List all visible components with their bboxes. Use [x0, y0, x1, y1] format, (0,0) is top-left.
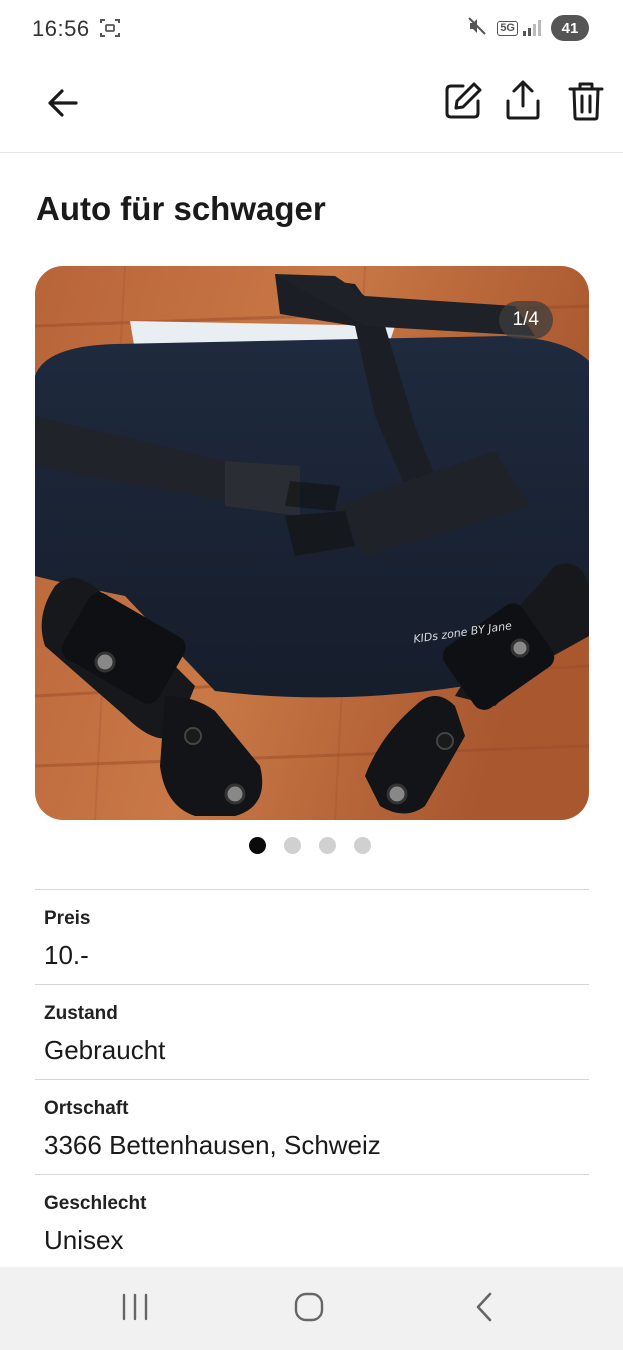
- detail-value: 3366 Bettenhausen, Schweiz: [44, 1130, 381, 1160]
- detail-row-condition: Zustand Gebraucht: [35, 984, 589, 1079]
- mute-icon: [467, 16, 487, 41]
- product-photo: [35, 266, 589, 820]
- detail-label: Zustand: [44, 1003, 118, 1024]
- status-time: 16:56: [32, 16, 90, 41]
- battery-indicator: 41: [551, 15, 589, 41]
- app-bar: [0, 58, 623, 153]
- listing-title: Auto für schwager: [36, 190, 326, 227]
- detail-label: Ortschaft: [44, 1098, 129, 1119]
- detail-value: Gebraucht: [44, 1035, 166, 1065]
- status-icons: 5G 41: [467, 14, 589, 42]
- share-button[interactable]: [500, 76, 546, 124]
- network-type: 5G: [497, 20, 518, 36]
- system-nav-bar: [0, 1267, 623, 1350]
- carousel-dot-2[interactable]: [283, 837, 301, 854]
- detail-row-gender: Geschlecht Unisex: [35, 1174, 589, 1269]
- recent-apps-icon: [122, 1293, 148, 1321]
- system-back-button[interactable]: [461, 1287, 507, 1327]
- screenshot-icon: [99, 17, 121, 39]
- detail-label: Preis: [44, 908, 91, 929]
- signal-5g-icon: 5G: [497, 19, 541, 37]
- trash-icon: [568, 82, 604, 121]
- carousel-dot-4[interactable]: [353, 837, 371, 854]
- detail-row-location: Ortschaft 3366 Bettenhausen, Schweiz: [35, 1079, 589, 1174]
- carousel-pagination: [0, 837, 621, 854]
- status-bar: 16:56 5G 41: [0, 0, 623, 58]
- detail-value: 10.-: [44, 940, 89, 970]
- back-button[interactable]: [40, 80, 86, 126]
- home-button[interactable]: [286, 1287, 332, 1327]
- home-icon: [294, 1292, 324, 1322]
- edit-button[interactable]: [440, 78, 486, 124]
- carousel-dot-3[interactable]: [318, 837, 336, 854]
- detail-row-price: Preis 10.-: [35, 889, 589, 984]
- edit-icon: [445, 82, 482, 119]
- details-list: Preis 10.- Zustand Gebraucht Ortschaft 3…: [35, 889, 589, 1269]
- carousel-dot-1[interactable]: [248, 837, 266, 854]
- arrow-left-icon: [48, 89, 78, 117]
- detail-label: Geschlecht: [44, 1193, 147, 1214]
- image-counter: 1/4: [498, 301, 553, 339]
- image-carousel[interactable]: KIDs zone BY Jane 1/4: [35, 266, 589, 820]
- back-chevron-icon: [476, 1292, 492, 1322]
- delete-button[interactable]: [563, 78, 609, 124]
- recent-apps-button[interactable]: [112, 1287, 158, 1327]
- share-icon: [506, 80, 540, 120]
- detail-value: Unisex: [44, 1225, 124, 1255]
